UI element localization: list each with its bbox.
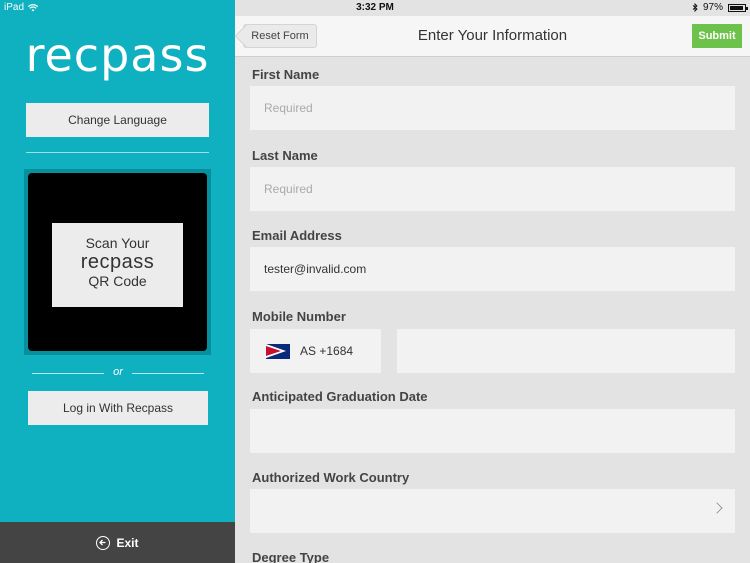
mobile-number-label: Mobile Number xyxy=(252,309,346,324)
status-bar: iPad 3:32 PM 97% xyxy=(0,0,750,16)
country-code-value: AS +1684 xyxy=(300,344,354,358)
or-label: or xyxy=(113,366,123,378)
exit-arrow-icon xyxy=(96,535,111,550)
battery-percent: 97% xyxy=(702,2,723,13)
work-country-select[interactable] xyxy=(250,489,735,533)
battery-icon xyxy=(728,3,748,12)
country-code-select[interactable]: AS +1684 xyxy=(250,329,381,373)
last-name-label: Last Name xyxy=(252,148,318,163)
qr-code-label: QR Code xyxy=(88,273,147,289)
scan-qr-card: Scan Your recpass QR Code xyxy=(52,223,183,307)
chevron-right-icon xyxy=(711,502,723,514)
scan-label: Scan Your xyxy=(85,235,150,251)
recpass-logo: recpass xyxy=(25,28,210,82)
camera-view: Scan Your recpass QR Code xyxy=(28,173,207,351)
first-name-field[interactable]: Required xyxy=(250,86,735,130)
graduation-date-field[interactable] xyxy=(250,409,735,453)
first-name-label: First Name xyxy=(252,67,320,82)
or-separator: or xyxy=(32,366,204,380)
login-with-recpass-button[interactable]: Log in With Recpass xyxy=(28,391,208,425)
recpass-logo-small: recpass xyxy=(80,251,155,273)
american-samoa-flag-icon xyxy=(266,343,290,359)
mobile-number-field[interactable] xyxy=(397,329,735,373)
form-panel: Reset Form Enter Your Information Submit… xyxy=(235,0,750,563)
navigation-bar: Reset Form Enter Your Information Submit xyxy=(235,16,750,57)
exit-button[interactable]: Exit xyxy=(0,522,235,563)
degree-type-label: Degree Type xyxy=(252,550,330,563)
bluetooth-icon xyxy=(692,3,698,12)
graduation-date-label: Anticipated Graduation Date xyxy=(252,389,428,404)
email-label: Email Address xyxy=(252,228,342,243)
qr-scanner-frame[interactable]: Scan Your recpass QR Code xyxy=(24,169,211,355)
work-country-label: Authorized Work Country xyxy=(252,470,410,485)
change-language-button[interactable]: Change Language xyxy=(26,103,209,137)
submit-button[interactable]: Submit xyxy=(692,24,742,48)
email-field[interactable]: tester@invalid.com xyxy=(250,247,735,291)
exit-label: Exit xyxy=(116,535,139,550)
divider xyxy=(26,152,209,153)
status-time: 3:32 PM xyxy=(356,2,394,13)
left-panel: recpass Change Language Scan Your recpas… xyxy=(0,0,235,563)
last-name-field[interactable]: Required xyxy=(250,167,735,211)
page-title: Enter Your Information xyxy=(417,27,568,44)
